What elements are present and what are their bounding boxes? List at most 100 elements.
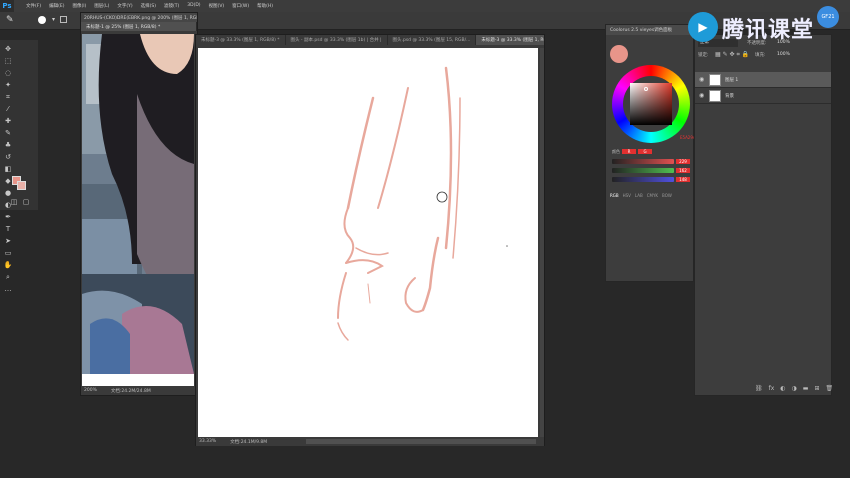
color-mode-tab-rgb[interactable]: RGB — [610, 193, 619, 198]
color-slider-value-b[interactable]: 148 — [676, 177, 690, 182]
menu-item-9[interactable]: 窗口(W) — [228, 3, 253, 9]
lock-label: 锁定: — [698, 53, 709, 58]
photoshop-logo: Ps — [0, 0, 14, 12]
lasso-tool-icon[interactable]: ◌ — [3, 68, 13, 78]
brush-preset-icon[interactable] — [38, 16, 46, 24]
reference-doc-size: 文档:24.2M/24.8M — [110, 388, 151, 394]
menu-item-10[interactable]: 帮助(H) — [253, 3, 277, 9]
quick-mask-icon[interactable]: ◫ — [9, 197, 19, 207]
color-slider-value-r[interactable]: 229 — [676, 159, 690, 164]
layer-name[interactable]: 背景 — [725, 93, 734, 99]
menu-item-8[interactable]: 视图(V) — [205, 3, 229, 9]
eraser-tool-icon[interactable]: ◧ — [3, 164, 13, 174]
color-mode-tab-hsv[interactable]: HSV — [623, 193, 631, 198]
path-select-icon[interactable]: ➤ — [3, 236, 13, 246]
color-slider-g[interactable] — [612, 168, 674, 173]
color-slider-r[interactable] — [612, 159, 674, 164]
layer-name[interactable]: 图层 1 — [725, 77, 738, 83]
move-tool-icon[interactable]: ✥ — [3, 44, 13, 54]
new-layer-icon[interactable]: ⊞ — [814, 385, 819, 392]
reference-zoom-value[interactable]: 200% — [84, 388, 97, 393]
eyedropper-tool-icon[interactable]: ⁄ — [3, 104, 13, 114]
screen-mode-icon[interactable]: ▢ — [21, 197, 31, 207]
layers-footer: ⛓ fx ◐ ◑ ▬ ⊞ 🗑 — [755, 385, 833, 392]
document-tab-3[interactable]: 未标题-3 @ 33.3% (图层 1, RGB/8) * — [476, 35, 544, 45]
pen-tool-icon[interactable]: ✒ — [3, 212, 13, 222]
menu-item-4[interactable]: 文字(Y) — [113, 3, 136, 9]
group-icon[interactable]: ▬ — [803, 385, 809, 392]
sketch-document-window: 未标题-3 @ 33.3% (图层 1, RGB/8) * 图头 - 副本.psd… — [195, 34, 545, 446]
color-mode-tab-lab[interactable]: LAB — [635, 193, 643, 198]
link-icon[interactable]: ⛓ — [755, 385, 763, 392]
fill-label: 填充: — [755, 53, 766, 58]
sketch-zoom-value[interactable]: 33.33% — [199, 439, 216, 444]
color-mode-tabs: RGB HSV LAB CMYK BOW — [610, 193, 672, 198]
color-slider-value-g[interactable]: 162 — [676, 168, 690, 173]
fill-value[interactable]: 100% — [777, 52, 790, 57]
more-tools-icon[interactable]: … — [3, 284, 13, 294]
zoom-tool-icon[interactable]: ⌕ — [3, 272, 13, 282]
lock-icons[interactable]: ▦ ✎ ✥ ⌗ 🔒 — [715, 51, 749, 59]
canvas-vertical-scrollbar[interactable] — [540, 48, 544, 438]
stamp-tool-icon[interactable]: ♣ — [3, 140, 13, 150]
layer-visibility-icon[interactable]: ◉ — [699, 76, 705, 83]
menu-item-2[interactable]: 图像(I) — [68, 3, 90, 9]
background-color-swatch[interactable] — [17, 181, 26, 190]
magic-wand-tool-icon[interactable]: ✦ — [3, 80, 13, 90]
brush-settings-icon[interactable]: ▾ — [52, 16, 58, 24]
coolorus-chip-1[interactable]: R — [622, 149, 636, 154]
layer-row-1[interactable]: ◉ 背景 — [695, 88, 831, 104]
anime-girl-illustration — [82, 34, 194, 374]
color-picker-marker[interactable] — [644, 87, 648, 91]
menu-item-7[interactable]: 3D(D) — [183, 3, 204, 9]
color-slider-row-b: 148 — [612, 175, 692, 184]
hand-tool-icon[interactable]: ✋ — [3, 260, 13, 270]
color-slider-b[interactable] — [612, 177, 674, 182]
layer-thumbnail — [709, 89, 721, 102]
adjustment-icon[interactable]: ◑ — [792, 385, 797, 392]
history-brush-icon[interactable]: ↺ — [3, 152, 13, 162]
menu-item-3[interactable]: 图层(L) — [90, 3, 113, 9]
coolorus-chip-2[interactable]: G — [638, 149, 652, 154]
menu-item-1[interactable]: 编辑(E) — [45, 3, 68, 9]
document-tab-2[interactable]: 图头.psd @ 33.3% (图层 15, RGB/... — [387, 35, 477, 45]
trash-icon[interactable]: 🗑 — [826, 385, 834, 392]
reference-tab[interactable]: 未标题-1 @ 25% (图层 1, RGB/8) * — [81, 22, 197, 31]
saturation-lightness-square[interactable] — [630, 83, 672, 125]
current-color-swatch[interactable] — [610, 45, 628, 63]
color-mode-tab-bow[interactable]: BOW — [662, 193, 672, 198]
user-badge[interactable]: GF21 — [817, 6, 839, 28]
layer-visibility-icon[interactable]: ◉ — [699, 92, 705, 99]
crop-tool-icon[interactable]: ⌗ — [3, 92, 13, 102]
document-tab-1[interactable]: 图头 - 副本.psd @ 33.3% (图层 1b) | 合并 | — [285, 35, 388, 45]
canvas-horizontal-scrollbar[interactable] — [306, 439, 536, 444]
brush-tool-icon[interactable]: ✎ — [3, 128, 13, 138]
document-tab-0[interactable]: 未标题-3 @ 33.3% (图层 1, RGB/8) * — [196, 35, 286, 45]
sketch-canvas[interactable] — [198, 48, 538, 438]
reference-document-window: 20RHUS-(CKO)DRE(EBRK.png @ 200% (图层 1, R… — [80, 12, 198, 396]
layer-row-0[interactable]: ◉ 图层 1 — [695, 72, 831, 88]
fx-icon[interactable]: fx — [769, 385, 775, 392]
reference-title-bar[interactable]: 20RHUS-(CKO)DRE(EBRK.png @ 200% (图层 1, R… — [81, 13, 197, 22]
marquee-tool-icon[interactable]: ⬚ — [3, 56, 13, 66]
coolorus-chip-row: 颜色 R G — [612, 149, 652, 155]
layers-panel: 正常 不透明度: 100% 锁定: ▦ ✎ ✥ ⌗ 🔒 填充: 100% ◉ 图层… — [694, 34, 833, 396]
color-sliders: 229 162 148 — [612, 157, 692, 184]
menu-item-0[interactable]: 文件(F) — [22, 3, 45, 9]
mask-icon[interactable]: ◐ — [780, 385, 785, 392]
document-tabs: 未标题-3 @ 33.3% (图层 1, RGB/8) * 图头 - 副本.psd… — [196, 35, 544, 45]
coolorus-panel-title: Coolorus 2.5 vieyes调色面板 — [606, 25, 693, 35]
menu-item-5[interactable]: 选择(S) — [137, 3, 160, 9]
sketch-strokes — [337, 66, 508, 341]
toggle-brush-panel-icon[interactable] — [60, 16, 67, 23]
reference-illustration — [82, 34, 194, 374]
menu-item-6[interactable]: 滤镜(T) — [160, 3, 183, 9]
healing-tool-icon[interactable]: ✚ — [3, 116, 13, 126]
tools-panel: ✥ ⬚ ◌ ✦ ⌗ ⁄ ✚ ✎ ♣ ↺ ◧ ◆ ● ◐ ✒ T ➤ ▭ ✋ ⌕ … — [0, 40, 38, 293]
brush-tool-icon[interactable]: ✎ — [6, 15, 16, 25]
type-tool-icon[interactable]: T — [3, 224, 13, 234]
watermark-text: 腾讯课堂 — [722, 18, 815, 43]
shape-tool-icon[interactable]: ▭ — [3, 248, 13, 258]
color-mode-tab-cmyk[interactable]: CMYK — [647, 193, 658, 198]
menu-bar: Ps 文件(F) 编辑(E) 图像(I) 图层(L) 文字(Y) 选择(S) 滤镜(T) 3D… — [0, 0, 850, 12]
